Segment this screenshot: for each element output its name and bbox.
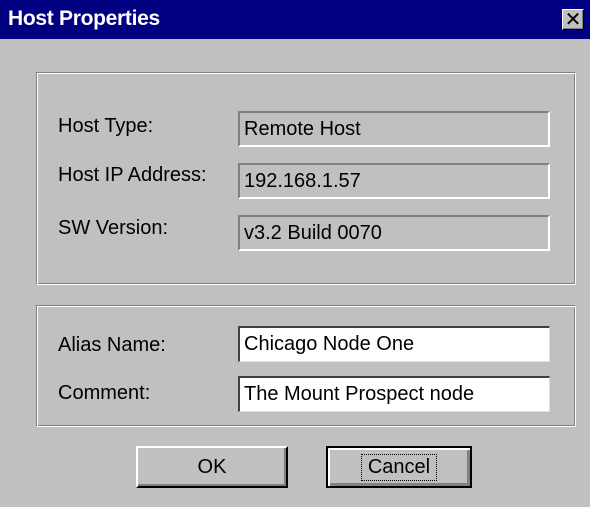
ok-button[interactable]: OK: [136, 446, 288, 488]
host-ip-field: 192.168.1.57: [238, 163, 550, 199]
host-properties-dialog: Host Properties ✕ Host Type: Remote Host…: [0, 0, 590, 507]
comment-label: Comment:: [58, 382, 151, 404]
window-title: Host Properties: [8, 7, 160, 30]
host-type-field: Remote Host: [238, 111, 550, 147]
cancel-button-label: Cancel: [360, 453, 438, 481]
cancel-button[interactable]: Cancel: [326, 446, 472, 488]
alias-name-label: Alias Name:: [58, 334, 166, 356]
alias-name-input[interactable]: Chicago Node One: [238, 326, 550, 362]
sw-version-field: v3.2 Build 0070: [238, 215, 550, 251]
title-bar[interactable]: Host Properties ✕: [0, 0, 590, 39]
close-button[interactable]: ✕: [562, 9, 584, 30]
ok-button-label: OK: [197, 455, 227, 478]
comment-input[interactable]: The Mount Prospect node: [238, 376, 550, 412]
close-icon: ✕: [564, 8, 582, 31]
host-ip-label: Host IP Address:: [58, 164, 207, 186]
host-type-label: Host Type:: [58, 115, 154, 137]
sw-version-label: SW Version:: [58, 217, 169, 239]
